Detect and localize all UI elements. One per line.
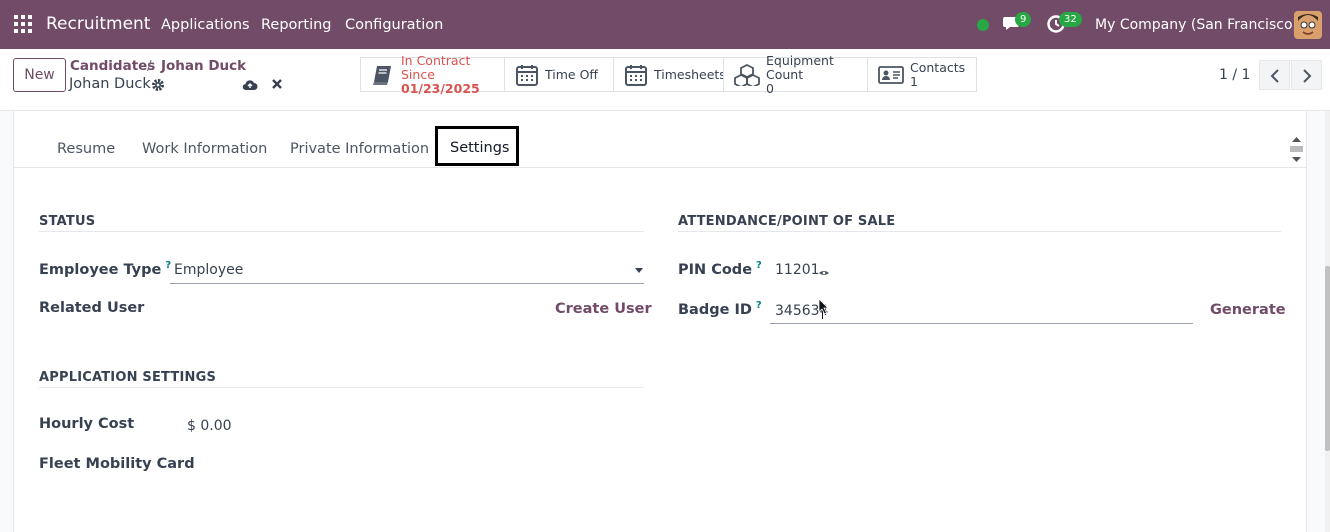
notebook-tabs: Resume Work Information Private Informat… [14, 111, 1306, 168]
status-divider [39, 231, 644, 232]
employee-type-label: Employee Type? [39, 260, 172, 278]
fleet-mobility-card-label: Fleet Mobility Card [39, 456, 195, 472]
presence-status-icon [977, 19, 989, 31]
help-tooltip-icon[interactable]: ? [756, 300, 762, 311]
status-section-title: STATUS [39, 214, 96, 229]
app-brand[interactable]: Recruitment [46, 14, 150, 34]
record-title: Johan Duck [69, 76, 151, 92]
menu-applications[interactable]: Applications [161, 17, 250, 33]
equipment-smart-button[interactable]: Equipment Count 0 [723, 52, 868, 95]
breadcrumb-candidates[interactable]: Candidates [70, 58, 155, 74]
tab-private-information[interactable]: Private Information [290, 141, 429, 157]
pager-previous-button[interactable] [1259, 60, 1290, 90]
top-navbar: Recruitment Applications Reporting Confi… [0, 0, 1330, 49]
discard-close-icon[interactable] [271, 78, 283, 90]
company-switcher[interactable]: My Company (San Francisco) [1095, 17, 1298, 33]
timesheets-smart-button[interactable]: Timesheets [613, 57, 726, 92]
timesheets-label: Timesheets [654, 66, 726, 82]
mouse-pointer-icon [818, 298, 829, 314]
chevron-left-icon [1270, 69, 1279, 83]
cloud-save-icon[interactable] [242, 78, 258, 91]
activity-count-badge: 32 [1059, 12, 1082, 27]
employee-type-underline [170, 283, 644, 284]
attendance-section-title: ATTENDANCE/POINT OF SALE [678, 214, 896, 229]
tab-work-information[interactable]: Work Information [142, 141, 267, 157]
contract-label: In Contract Since [401, 52, 471, 82]
chevron-down-icon[interactable] [635, 268, 643, 273]
eye-icon[interactable] [819, 270, 829, 278]
page-scrollbar-thumb[interactable] [1325, 266, 1330, 451]
equipment-label: Equipment Count [766, 52, 834, 82]
tab-settings[interactable]: Settings [435, 126, 519, 166]
create-user-button[interactable]: Create User [555, 301, 652, 317]
user-avatar[interactable] [1294, 11, 1322, 39]
application-settings-title: APPLICATION SETTINGS [39, 370, 217, 385]
time-off-smart-button[interactable]: Time Off [504, 57, 614, 92]
contract-date: 01/23/2025 [401, 80, 480, 96]
hourly-cost-label: Hourly Cost [39, 416, 135, 432]
badge-id-label: Badge ID? [678, 300, 762, 318]
control-panel: New Candidates / Johan Duck Johan Duck I… [0, 49, 1330, 111]
pin-code-field[interactable]: 11201 [775, 262, 820, 278]
breadcrumb-candidate[interactable]: Johan Duck [161, 58, 246, 74]
contacts-label: Contacts [910, 59, 966, 75]
attendance-divider [678, 231, 1281, 232]
calendar-icon [516, 64, 538, 86]
tab-settings-label: Settings [450, 140, 510, 156]
apps-menu-icon[interactable] [14, 15, 32, 33]
menu-reporting[interactable]: Reporting [261, 17, 332, 33]
contacts-smart-button[interactable]: Contacts 1 [867, 57, 977, 92]
application-settings-divider [39, 387, 644, 388]
related-user-label: Related User [39, 300, 145, 316]
chat-count-badge: 9 [1015, 12, 1032, 27]
help-tooltip-icon[interactable]: ? [756, 260, 762, 271]
help-tooltip-icon[interactable]: ? [165, 260, 171, 271]
new-button[interactable]: New [13, 58, 66, 92]
equipment-count: 0 [766, 80, 774, 96]
badge-id-underline [770, 323, 1193, 324]
tab-scrollbar[interactable] [1288, 131, 1305, 167]
pager-next-button[interactable] [1291, 60, 1322, 90]
time-off-label: Time Off [545, 66, 599, 82]
contact-card-icon [878, 65, 904, 84]
menu-configuration[interactable]: Configuration [345, 17, 443, 33]
book-icon [373, 65, 391, 85]
employee-type-select[interactable]: Employee [174, 262, 243, 278]
page-scrollbar[interactable] [1325, 111, 1330, 532]
calendar-icon [625, 64, 647, 86]
pager-value[interactable]: 1 / 1 [1219, 67, 1250, 83]
generate-badge-button[interactable]: Generate [1210, 302, 1286, 318]
contract-smart-button[interactable]: In Contract Since 01/23/2025 [360, 52, 505, 95]
breadcrumb-separator: / [147, 58, 152, 74]
tab-resume[interactable]: Resume [57, 141, 115, 157]
contacts-count: 1 [910, 73, 918, 89]
form-sheet: Resume Work Information Private Informat… [13, 111, 1307, 532]
cubes-icon [734, 63, 760, 86]
hourly-cost-field[interactable]: $ 0.00 [187, 418, 232, 434]
gear-icon[interactable] [151, 78, 165, 92]
chevron-right-icon [1303, 69, 1312, 83]
pin-code-label: PIN Code? [678, 260, 762, 278]
